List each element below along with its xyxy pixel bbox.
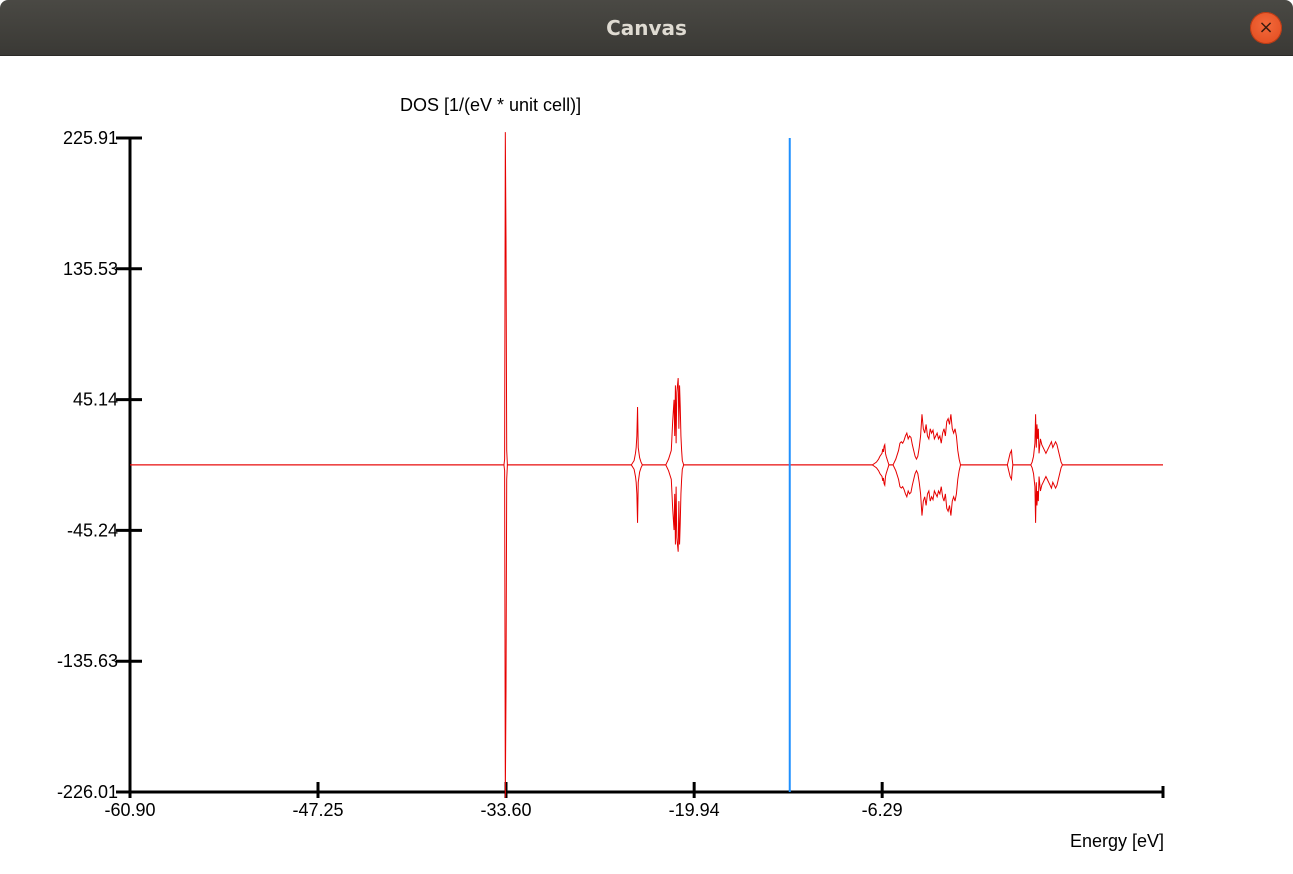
y-tick-label: 135.53: [63, 259, 118, 279]
y-tick-label: 225.91: [63, 128, 118, 148]
canvas-area: 225.91 135.53 45.14 -45.24 -135.63 -226.01 -60…: [0, 56, 1293, 874]
y-tick-label: 45.14: [73, 390, 118, 410]
dos-spin-up-line: [130, 132, 1163, 466]
x-tick-label: -19.94: [669, 800, 720, 820]
y-axis-label: DOS [1/(eV * unit cell)]: [400, 95, 581, 115]
x-tick-label: -60.90: [104, 800, 155, 820]
x-tick-label: -33.60: [480, 800, 531, 820]
ticks: 225.91 135.53 45.14 -45.24 -135.63 -226.01-60…: [57, 128, 903, 820]
dos-chart: 225.91 135.53 45.14 -45.24 -135.63 -226.01-60…: [57, 95, 1165, 851]
dos-spin-down-line: [130, 464, 1163, 798]
window-titlebar[interactable]: Canvas ×: [0, 0, 1293, 56]
close-icon: ×: [1258, 17, 1274, 38]
x-tick-label: -47.25: [292, 800, 343, 820]
y-tick-label: -135.63: [57, 651, 118, 671]
y-tick-label: -226.01: [57, 782, 118, 802]
close-button[interactable]: ×: [1250, 12, 1282, 44]
window-title: Canvas: [606, 16, 687, 40]
plot-area: [130, 132, 1163, 798]
x-tick-label: -6.29: [862, 800, 903, 820]
x-axis-label: Energy [eV]: [1070, 831, 1164, 851]
y-tick-label: -45.24: [67, 520, 118, 540]
